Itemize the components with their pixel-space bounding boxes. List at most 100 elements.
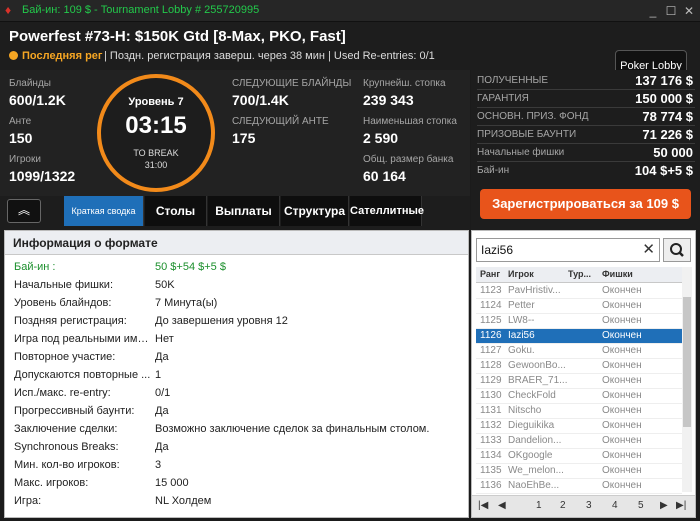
player-rank: 1125: [480, 315, 502, 326]
level-timer: 03:15: [125, 112, 187, 139]
players-pager: |◀ ◀ 1 2 3 4 5 ▶ ▶|: [472, 495, 695, 517]
last-page-icon[interactable]: ▶|: [676, 500, 686, 511]
tab-tables[interactable]: Столы: [145, 196, 207, 226]
blinds-label: Блайнды: [9, 78, 51, 89]
tab-summary[interactable]: Краткая сводка: [64, 196, 144, 226]
player-row[interactable]: 1128 GewoonBo... Окончен: [476, 359, 682, 374]
player-rank: 1127: [480, 345, 502, 356]
player-name: GewoonBo...: [508, 360, 566, 371]
tab-structure[interactable]: Структура: [281, 196, 349, 226]
smallest-stack-value: 2 590: [363, 130, 399, 146]
player-row[interactable]: 1124 Petter Окончен: [476, 299, 682, 314]
player-search-input[interactable]: [481, 242, 631, 258]
collapse-button[interactable]: ︽: [7, 199, 41, 223]
players-scrollbar[interactable]: [682, 267, 692, 492]
player-row-selected[interactable]: 1126 Iazi56 Окончен: [476, 329, 682, 344]
next-page-icon[interactable]: ▶: [660, 500, 668, 511]
player-row[interactable]: 1136 NaoEhBe... Окончен: [476, 479, 682, 494]
minimize-button[interactable]: _: [645, 3, 661, 19]
maximize-button[interactable]: ☐: [663, 3, 679, 19]
format-row: Бай-ин : 50 $+54 $+5 $: [5, 259, 468, 277]
page-link[interactable]: 2: [560, 500, 566, 511]
player-rank: 1134: [480, 450, 502, 461]
prize-value: 137 176 $: [635, 73, 693, 88]
prize-value: 104 $+5 $: [634, 163, 693, 178]
tab-payouts[interactable]: Выплаты: [208, 196, 280, 226]
player-name: Dieguikika: [508, 420, 555, 431]
player-row[interactable]: 1125 LW8-- Окончен: [476, 314, 682, 329]
players-table-header: Ранг Игрок Тур... Фишки: [476, 267, 682, 283]
prize-row: Бай-ин 104 $+5 $: [477, 163, 695, 180]
prev-page-icon[interactable]: ◀: [498, 500, 506, 511]
prize-row: ОСНОВН. ПРИЗ. ФОНД 78 774 $: [477, 109, 695, 126]
tab-satellites[interactable]: Сателлитные: [350, 196, 424, 226]
format-value: Да: [155, 351, 169, 363]
player-chips: Окончен: [602, 285, 642, 296]
format-row: Прогрессивный баунти: Да: [5, 403, 468, 421]
format-row: Мин. кол-во игроков: 3: [5, 457, 468, 475]
search-icon: [670, 243, 684, 257]
player-row[interactable]: 1134 OKgoogle Окончен: [476, 449, 682, 464]
player-row[interactable]: 1133 Dandelion... Окончен: [476, 434, 682, 449]
page-link[interactable]: 4: [612, 500, 618, 511]
col-chips[interactable]: Фишки: [602, 269, 633, 279]
player-chips: Окончен: [602, 405, 642, 416]
register-button[interactable]: Зарегистрироваться за 109 $: [480, 189, 691, 219]
double-chevron-up-icon: ︽: [17, 203, 30, 217]
next-ante-label: СЛЕДУЮЩИЙ АНТЕ: [232, 116, 329, 127]
player-name: Dandelion...: [508, 435, 562, 446]
page-link[interactable]: 1: [536, 500, 542, 511]
blinds-value: 600/1.2K: [9, 92, 66, 108]
tournament-stats: Блайнды 600/1.2K Анте 150 Игроки 1099/13…: [0, 70, 470, 196]
format-info-title: Информация о формате: [13, 236, 158, 250]
player-rank: 1130: [480, 390, 502, 401]
close-button[interactable]: ✕: [681, 3, 697, 19]
player-rank: 1126: [480, 330, 502, 341]
player-rank: 1123: [480, 285, 502, 296]
page-link[interactable]: 3: [586, 500, 592, 511]
format-key: Игра под реальными имен...: [14, 333, 152, 345]
player-chips: Окончен: [602, 480, 642, 491]
format-info-header: Информация о формате: [5, 231, 468, 255]
col-player[interactable]: Игрок: [508, 269, 534, 279]
search-button[interactable]: [663, 238, 691, 262]
format-value: NL Холдем: [155, 495, 212, 507]
player-chips: Окончен: [602, 330, 642, 341]
bank-value: 60 164: [363, 168, 406, 184]
player-row[interactable]: 1131 Nitscho Окончен: [476, 404, 682, 419]
prize-value: 71 226 $: [642, 127, 693, 142]
page-link[interactable]: 5: [638, 500, 644, 511]
ante-label: Анте: [9, 116, 32, 127]
players-value: 1099/1322: [9, 168, 76, 184]
player-rank: 1131: [480, 405, 502, 416]
prize-label: ПРИЗОВЫЕ БАУНТИ: [477, 129, 577, 140]
player-row[interactable]: 1132 Dieguikika Окончен: [476, 419, 682, 434]
largest-stack-value: 239 343: [363, 92, 414, 108]
clear-icon[interactable]: ✕: [642, 241, 655, 259]
player-row[interactable]: 1127 Goku. Окончен: [476, 344, 682, 359]
player-row[interactable]: 1130 CheckFold Окончен: [476, 389, 682, 404]
player-chips: Окончен: [602, 390, 642, 401]
prize-label: ПОЛУЧЕННЫЕ: [477, 75, 549, 86]
prize-value: 78 774 $: [642, 109, 693, 124]
player-chips: Окончен: [602, 450, 642, 461]
player-name: LW8--: [508, 315, 535, 326]
prize-row: ГАРАНТИЯ 150 000 $: [477, 91, 695, 108]
format-key: Заключение сделки:: [14, 423, 118, 435]
col-tour[interactable]: Тур...: [568, 269, 591, 279]
player-row[interactable]: 1129 BRAER_71... Окончен: [476, 374, 682, 389]
first-page-icon[interactable]: |◀: [478, 500, 488, 511]
scrollbar-thumb[interactable]: [683, 297, 691, 427]
player-row[interactable]: 1135 We_melon... Окончен: [476, 464, 682, 479]
prize-row: ПОЛУЧЕННЫЕ 137 176 $: [477, 73, 695, 90]
col-rank[interactable]: Ранг: [480, 269, 500, 279]
level-clock: Уровень 7 03:15 TO BREAK 31:00: [97, 74, 215, 192]
format-row: Поздняя регистрация: До завершения уровня…: [5, 313, 468, 331]
largest-stack-label: Крупнейш. стопка: [363, 78, 446, 89]
format-value: 7 Минута(ы): [155, 297, 218, 309]
player-name: Goku.: [508, 345, 535, 356]
player-chips: Окончен: [602, 300, 642, 311]
player-row[interactable]: 1123 PavHristiv... Окончен: [476, 284, 682, 299]
format-value: Да: [155, 441, 169, 453]
format-info-panel: Информация о формате Бай-ин : 50 $+54 $+5…: [4, 230, 469, 518]
